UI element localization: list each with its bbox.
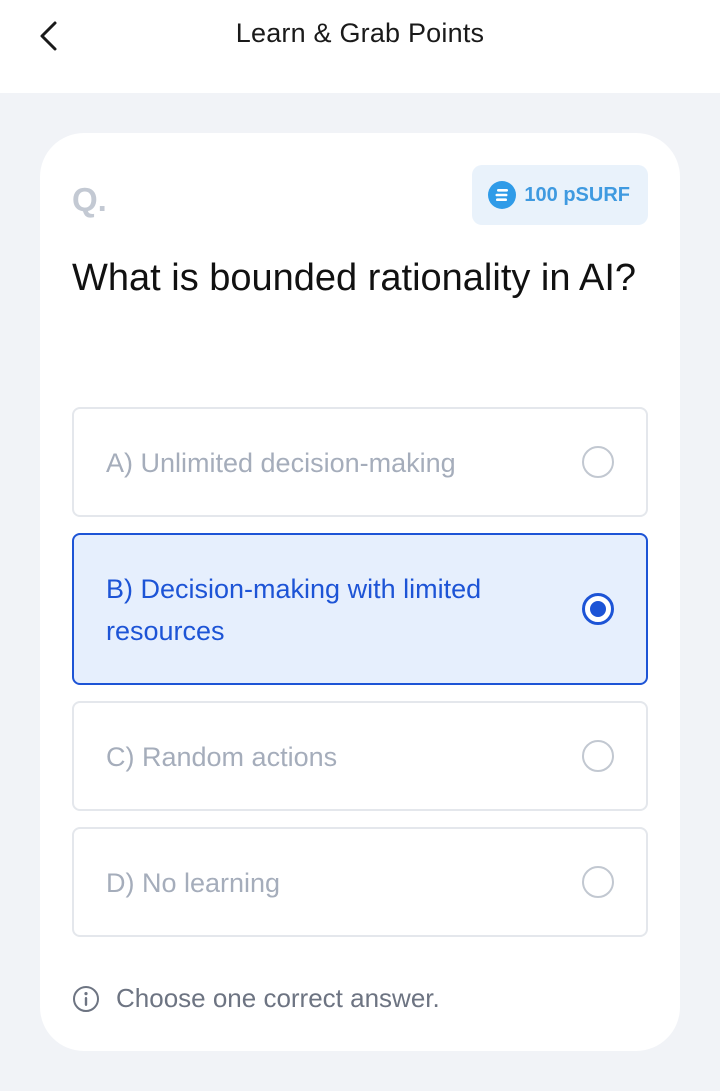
reward-badge: 100 pSURF (472, 165, 648, 225)
info-icon (73, 985, 99, 1012)
option-c[interactable]: C) Random actions (72, 701, 648, 811)
option-label: B) Decision-making with limited resource… (106, 574, 482, 646)
option-a[interactable]: A) Unlimited decision-making (72, 407, 648, 517)
option-label: A) Unlimited decision-making (106, 448, 456, 478)
radio-selected-dot (590, 601, 606, 617)
option-label: C) Random actions (106, 742, 338, 772)
option-a-radio[interactable] (582, 446, 614, 478)
option-c-radio[interactable] (582, 740, 614, 772)
option-d-radio[interactable] (582, 866, 614, 898)
question-text: What is bounded rationality in AI? (72, 257, 637, 299)
reward-amount: 100 pSURF (524, 183, 630, 206)
option-b[interactable]: B) Decision-making with limited resource… (72, 533, 648, 685)
option-d[interactable]: D) No learning (72, 827, 648, 937)
page-title: Learn & Grab Points (235, 18, 485, 48)
psurf-coin-icon (488, 181, 517, 209)
quiz-card: Q. 100 pSURF What is bounded rationality… (40, 133, 680, 1051)
option-label: D) No learning (106, 868, 281, 898)
option-b-radio[interactable] (582, 593, 614, 625)
hint-text: Choose one correct answer. (116, 983, 440, 1013)
hint-row: Choose one correct answer. (72, 983, 440, 1014)
app-header: Learn & Grab Points (0, 0, 720, 93)
question-label: Q. (72, 181, 107, 218)
